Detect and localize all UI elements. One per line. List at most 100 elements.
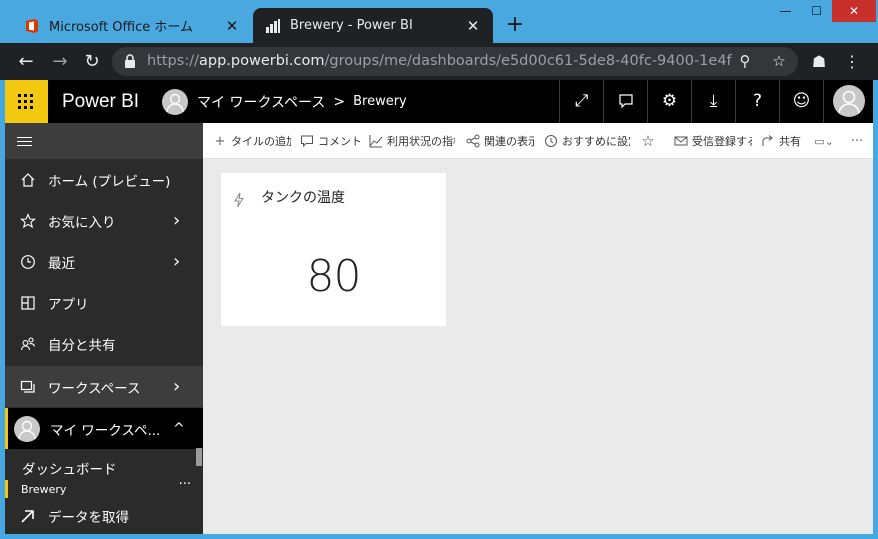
feedback-button[interactable]: ☺ [779,80,823,123]
fullscreen-button[interactable]: ⤢ [559,80,603,123]
home-icon [18,170,38,190]
apps-icon [18,293,38,313]
tab-office[interactable]: Microsoft Office ホーム ✕ [12,8,252,43]
shared-icon [18,334,38,354]
more-options-icon[interactable]: ··· [179,477,191,492]
sidebar-item-label: ホーム (プレビュー) [48,173,171,190]
workspaces-icon [18,377,38,397]
share-button[interactable]: 共有 [761,123,803,159]
lock-icon [125,54,135,68]
dashboard-name: Brewery [21,483,67,496]
favorite-star-icon: ☆ [641,132,655,150]
breadcrumb-workspace[interactable]: マイ ワークスペース [197,92,325,112]
minimize-button[interactable]: — [770,0,801,22]
lightning-icon [234,192,244,208]
sidebar-item-label: マイ ワークスペ... [50,422,161,439]
action-label: おすすめに設定 [562,135,630,148]
maximize-button[interactable]: ☐ [801,0,832,22]
sidebar-item-label: アプリ [48,296,89,313]
chevron-up-icon: ^ [173,420,185,437]
dashboard-canvas: + タイルの追加 コメント 利用状況の指標 関連の表示 おすすめに設定 ☆ [203,123,873,534]
browser-menu-icon[interactable]: ⋮ [839,43,865,80]
url-text: https://app.powerbi.com/groups/me/dashbo… [147,47,732,76]
comment-button[interactable] [603,80,647,123]
sidebar-item-workspaces[interactable]: ワークスペース › [5,366,203,407]
share-icon [762,135,773,146]
sidebar-item-label: 最近 [48,255,75,272]
forward-icon[interactable]: → [46,43,74,80]
sidebar-item-home[interactable]: ホーム (プレビュー) [5,159,203,200]
bookmark-star-icon[interactable]: ☆ [768,47,790,76]
arrow-up-right-icon [21,510,34,523]
sidebar-item-apps[interactable]: アプリ [5,282,203,323]
action-label: 共有 [779,135,801,148]
window-close-button[interactable]: ✕ [832,0,876,22]
office-icon [26,18,38,33]
powerbi-icon [266,18,280,33]
mail-icon [674,136,688,146]
lineage-icon [466,134,480,148]
incognito-icon[interactable]: ☗ [806,43,832,80]
account-avatar[interactable] [833,85,865,117]
set-featured-button[interactable]: おすすめに設定 [544,123,630,159]
card-tile[interactable]: タンクの温度 80 [221,173,446,326]
url-host: app.powerbi.com [198,53,325,69]
chevron-right-icon: › [173,251,181,272]
help-button[interactable]: ? [735,80,779,123]
user-icon [18,420,36,439]
plus-icon: + [214,133,226,149]
tab-powerbi[interactable]: Brewery - Power BI ✕ [253,8,493,43]
new-tab-button[interactable]: + [503,12,527,38]
tab-title: Brewery - Power BI [290,18,413,33]
clock-icon [18,252,38,272]
back-icon[interactable]: ← [12,43,40,80]
tab-close-icon[interactable]: ✕ [222,17,242,35]
sidebar-item-shared[interactable]: 自分と共有 [5,323,203,364]
action-label: コメント [318,135,360,148]
view-related-button[interactable]: 関連の表示 [466,123,534,159]
window-controls: — ☐ ✕ [770,0,876,24]
tab-close-icon[interactable]: ✕ [463,17,483,35]
sidebar-item-label: 自分と共有 [48,337,116,354]
download-button[interactable]: ⤓ [691,80,735,123]
sidebar-item-label: お気に入り [48,214,116,231]
action-label: 関連の表示 [484,135,534,148]
tab-title: Microsoft Office ホーム [49,20,193,35]
breadcrumb-separator: > [333,93,346,110]
avatar [14,415,40,442]
usage-icon [369,135,383,148]
list-item-dashboard[interactable]: Brewery ··· [5,477,195,498]
zoom-icon[interactable]: ⚲ [734,47,756,76]
url-field[interactable]: https://app.powerbi.com/groups/me/dashbo… [112,47,798,76]
breadcrumb-dashboard[interactable]: Brewery [353,94,407,109]
add-tile-button[interactable]: + タイルの追加 [213,123,291,159]
tile-title: タンクの温度 [261,190,345,206]
user-icon [838,90,860,115]
user-icon [166,93,184,112]
view-button[interactable]: ▭⌄ [811,123,839,159]
comment-icon [618,94,633,109]
hamburger-menu-icon[interactable] [5,123,203,159]
subscribe-button[interactable]: 受信登録する [674,123,752,159]
tab-strip: Microsoft Office ホーム ✕ Brewery - Power B… [0,0,878,43]
sidebar-item-my-workspace[interactable]: マイ ワークスペ... ^ [5,408,203,449]
sidebar-item-favorites[interactable]: お気に入り › [5,200,203,241]
dashboards-heading: ダッシュボード [22,462,117,478]
reload-icon[interactable]: ↻ [78,43,106,80]
get-data-label: データを取得 [48,510,129,526]
get-data-button[interactable]: データを取得 [5,501,203,531]
url-scheme: https:// [147,53,199,69]
comment-icon [301,135,313,148]
usage-metrics-button[interactable]: 利用状況の指標 [369,123,455,159]
star-icon [18,211,38,231]
avatar[interactable] [162,88,188,115]
settings-button[interactable]: ⚙ [647,80,691,123]
app-launcher-icon[interactable] [5,80,48,123]
favorite-button[interactable]: ☆ [641,123,659,159]
comment-button[interactable]: コメント [300,123,360,159]
more-options-button[interactable]: ··· [848,123,868,159]
more-icon: ··· [850,133,864,149]
brand-title[interactable]: Power BI [62,80,139,123]
sidebar-item-recent[interactable]: 最近 › [5,241,203,282]
sidebar-scrollbar[interactable] [196,448,202,466]
